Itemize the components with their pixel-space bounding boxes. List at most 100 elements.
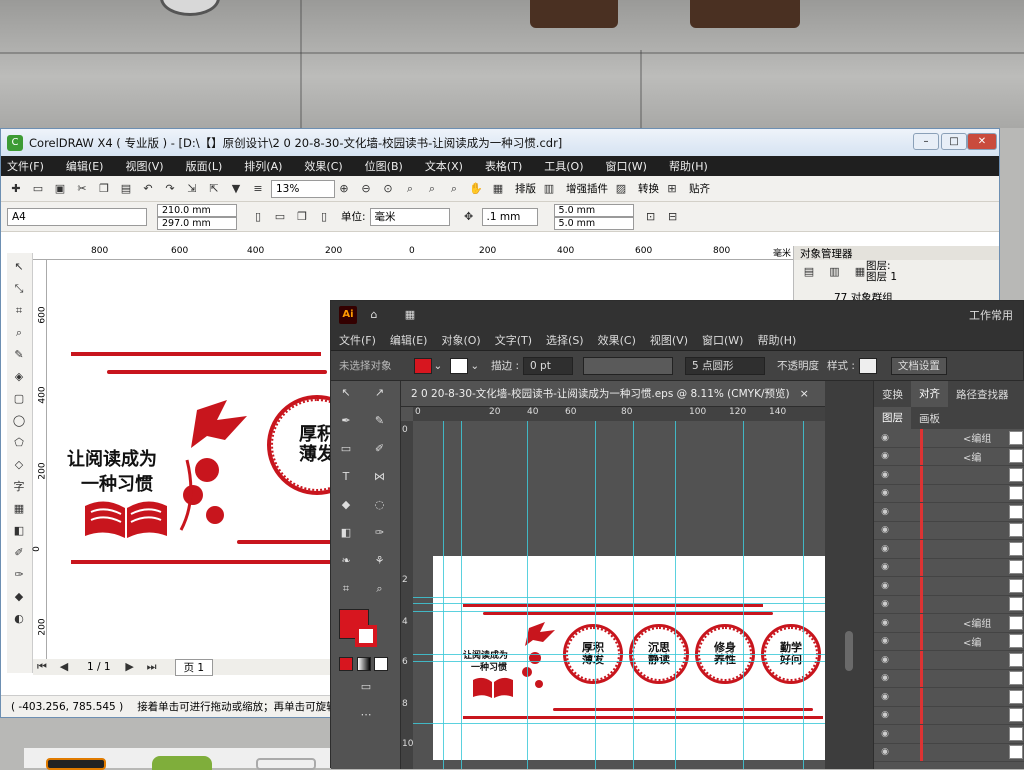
vertical-scrollbar[interactable]	[845, 631, 853, 671]
variable-width-select[interactable]	[583, 356, 674, 375]
visibility-eye-icon[interactable]: ◉	[874, 710, 896, 720]
convert-button[interactable]: 转换	[638, 181, 659, 196]
menu-text[interactable]: 文本(X)	[425, 158, 463, 174]
import-icon[interactable]: ⇲	[183, 181, 201, 197]
current-page-icon[interactable]: ▯	[315, 209, 333, 225]
launcher-icon[interactable]: ▼	[227, 181, 245, 197]
layer-row[interactable]: ◉	[874, 706, 1024, 725]
stroke-color-icon[interactable]	[355, 625, 377, 647]
tab-transform[interactable]: 变换	[874, 387, 911, 402]
zoom-width-icon[interactable]: ⌕	[423, 181, 441, 197]
open-icon[interactable]: ▭	[29, 181, 47, 197]
ai-menu-help[interactable]: 帮助(H)	[757, 332, 796, 348]
visibility-eye-icon[interactable]: ◉	[874, 599, 896, 609]
layer-row[interactable]: ◉	[874, 669, 1024, 688]
tab-align[interactable]: 对齐	[911, 381, 948, 407]
layer-row[interactable]: ◉ <编	[874, 632, 1024, 651]
prev-page-icon[interactable]: ◀	[55, 659, 73, 675]
tab-layers[interactable]: 图层	[874, 407, 911, 429]
artboard[interactable]: 让阅读成为 一种习惯 厚积 薄发 沉思 静读 修身 养性 勤学 好问	[433, 556, 825, 760]
opacity-label[interactable]: 不透明度	[777, 358, 819, 373]
zoom-height-icon[interactable]: ⌕	[445, 181, 463, 197]
color-mode-icon[interactable]	[339, 657, 353, 671]
menu-bitmaps[interactable]: 位图(B)	[365, 158, 403, 174]
ai-menu-effect[interactable]: 效果(C)	[598, 332, 636, 348]
width-tool-icon[interactable]: ⋈	[369, 469, 391, 489]
paper-size-select[interactable]: A4	[7, 207, 147, 226]
menu-file[interactable]: 文件(F)	[7, 158, 44, 174]
ai-menu-window[interactable]: 窗口(W)	[702, 332, 743, 348]
layer-row[interactable]: ◉	[874, 650, 1024, 670]
dup-y-field[interactable]: 5.0 mm	[553, 216, 634, 230]
polygon-tool-icon[interactable]: ⬠	[11, 435, 27, 451]
menu-window[interactable]: 窗口(W)	[606, 158, 647, 174]
layer-row[interactable]: ◉ <编	[874, 447, 1024, 466]
visibility-eye-icon[interactable]: ◉	[874, 507, 896, 517]
menu-table[interactable]: 表格(T)	[485, 158, 522, 174]
eraser-tool-icon[interactable]: ◆	[335, 497, 357, 517]
document-tab[interactable]: 2 0 20-8-30-文化墙-校园读书-让阅读成为一种习惯.eps @ 8.1…	[401, 381, 825, 407]
visibility-eye-icon[interactable]: ◉	[874, 525, 896, 535]
layer-row[interactable]: ◉ <编组	[874, 428, 1024, 448]
visibility-eye-icon[interactable]: ◉	[874, 747, 896, 757]
undo-icon[interactable]: ↶	[139, 181, 157, 197]
ai-canvas[interactable]: 让阅读成为 一种习惯 厚积 薄发 沉思 静读 修身 养性 勤学 好问	[413, 421, 825, 769]
page-tab[interactable]: 页 1	[174, 658, 214, 676]
snap-button[interactable]: 贴齐	[689, 181, 710, 196]
layer-show-icon[interactable]: ▤	[800, 264, 818, 280]
paste-icon[interactable]: ▤	[117, 181, 135, 197]
maximize-button[interactable]: □	[941, 133, 967, 150]
visibility-eye-icon[interactable]: ◉	[874, 488, 896, 498]
smart-fill-icon[interactable]: ◈	[11, 369, 27, 385]
ellipse-tool-icon[interactable]: ◯	[11, 413, 27, 429]
selection-tool-icon[interactable]: ↖	[335, 385, 357, 405]
layout-icon[interactable]: ▦	[489, 181, 507, 197]
freehand-tool-icon[interactable]: ✎	[11, 347, 27, 363]
crop-tool-icon[interactable]: ⌗	[11, 303, 27, 319]
brush-select[interactable]: 5 点圆形	[685, 356, 766, 375]
ai-menu-file[interactable]: 文件(F)	[339, 332, 376, 348]
layer-row[interactable]: ◉	[874, 687, 1024, 707]
last-page-icon[interactable]: ⏭	[143, 659, 161, 675]
typeset-button[interactable]: 排版	[515, 181, 536, 196]
menu-effects[interactable]: 效果(C)	[304, 158, 342, 174]
home-icon[interactable]: ⌂	[365, 307, 383, 323]
snap-icon[interactable]: ≡	[249, 181, 267, 197]
align-icon[interactable]: ⊡	[642, 209, 660, 225]
curvature-tool-icon[interactable]: ✎	[369, 413, 391, 433]
rectangle-tool-icon[interactable]: ▢	[11, 391, 27, 407]
visibility-eye-icon[interactable]: ◉	[874, 451, 896, 461]
visibility-eye-icon[interactable]: ◉	[874, 673, 896, 683]
layer-row[interactable]: ◉	[874, 539, 1024, 559]
ai-menu-select[interactable]: 选择(S)	[546, 332, 584, 348]
portrait-icon[interactable]: ▯	[249, 209, 267, 225]
zoom-out-icon[interactable]: ⊖	[357, 181, 375, 197]
convert-icon[interactable]: ▨	[612, 181, 630, 197]
zoom-tool-icon[interactable]: ⌕	[11, 325, 27, 341]
new-icon[interactable]: ✚	[7, 181, 25, 197]
minimize-button[interactable]: –	[913, 133, 939, 150]
shape-tool-icon[interactable]: ⤡	[11, 281, 27, 297]
workspace-switcher[interactable]: 工作常用	[969, 307, 1013, 323]
screen-mode-icon[interactable]: ▭	[355, 679, 377, 699]
layer-row[interactable]: ◉ <编组	[874, 613, 1024, 633]
stroke-weight-field[interactable]: 0 pt	[523, 356, 574, 375]
visibility-eye-icon[interactable]: ◉	[874, 636, 896, 646]
fill-dropdown-icon[interactable]: ⌄	[434, 360, 443, 372]
plugin-icon[interactable]: ▥	[540, 181, 558, 197]
zoom-in-icon[interactable]: ⊕	[335, 181, 353, 197]
none-mode-icon[interactable]	[374, 657, 388, 671]
ai-menu-view[interactable]: 视图(V)	[650, 332, 688, 348]
menu-view[interactable]: 视图(V)	[125, 158, 163, 174]
tab-artboards[interactable]: 画板	[911, 411, 948, 426]
fill-stroke-control[interactable]	[331, 605, 400, 647]
visibility-eye-icon[interactable]: ◉	[874, 562, 896, 572]
unit-select[interactable]: 毫米	[369, 207, 450, 226]
page-width-field[interactable]: 210.0 mm	[157, 203, 237, 217]
basic-shapes-icon[interactable]: ◇	[11, 457, 27, 473]
layer-row[interactable]: ◉	[874, 595, 1024, 614]
fill-swatch[interactable]	[413, 357, 432, 374]
stroke-swatch[interactable]	[450, 357, 469, 374]
menu-edit[interactable]: 编辑(E)	[66, 158, 104, 174]
visibility-eye-icon[interactable]: ◉	[874, 692, 896, 702]
